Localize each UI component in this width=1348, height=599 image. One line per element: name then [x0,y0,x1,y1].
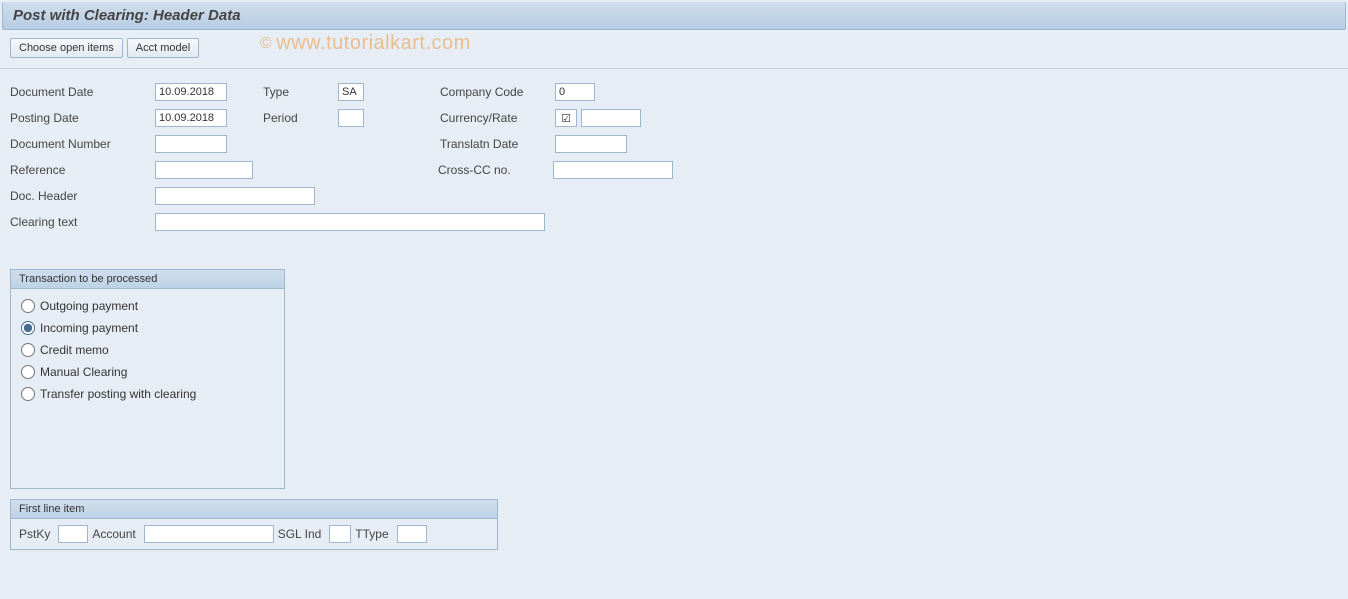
transaction-groupbox: Transaction to be processed Outgoing pay… [10,269,285,489]
cross-cc-label: Cross-CC no. [438,163,553,177]
radio-outgoing-payment[interactable]: Outgoing payment [21,295,274,317]
cross-cc-input[interactable] [553,161,673,179]
sgl-ind-input[interactable] [329,525,351,543]
document-number-input[interactable] [155,135,227,153]
radio-transfer-label: Transfer posting with clearing [40,387,196,401]
radio-transfer-posting[interactable]: Transfer posting with clearing [21,383,274,405]
period-label: Period [263,111,338,125]
choose-open-items-button[interactable]: Choose open items [10,38,123,58]
account-label: Account [92,527,135,541]
page-title: Post with Clearing: Header Data [2,2,1346,30]
acct-model-button[interactable]: Acct model [127,38,199,58]
period-input[interactable] [338,109,364,127]
type-input[interactable] [338,83,364,101]
doc-header-input[interactable] [155,187,315,205]
radio-manual-input[interactable] [21,365,35,379]
radio-transfer-input[interactable] [21,387,35,401]
radio-manual-label: Manual Clearing [40,365,127,379]
radio-outgoing-input[interactable] [21,299,35,313]
transaction-title: Transaction to be processed [11,270,284,289]
translatn-date-input[interactable] [555,135,627,153]
radio-manual-clearing[interactable]: Manual Clearing [21,361,274,383]
translatn-date-label: Translatn Date [440,137,555,151]
ttype-input[interactable] [397,525,427,543]
toolbar: Choose open items Acct model [0,32,1348,69]
clearing-text-input[interactable] [155,213,545,231]
pstky-label: PstKy [19,527,50,541]
ttype-label: TType [355,527,388,541]
type-label: Type [263,85,338,99]
first-line-item-groupbox: First line item PstKy Account SGL Ind TT… [10,499,498,550]
radio-incoming-label: Incoming payment [40,321,138,335]
header-form: Document Date Type Company Code Posting … [0,69,1348,560]
document-number-label: Document Number [10,137,155,151]
radio-incoming-payment[interactable]: Incoming payment [21,317,274,339]
reference-label: Reference [10,163,155,177]
company-code-input[interactable] [555,83,595,101]
posting-date-input[interactable] [155,109,227,127]
currency-rate-input[interactable] [581,109,641,127]
sgl-ind-label: SGL Ind [278,527,322,541]
pstky-input[interactable] [58,525,88,543]
doc-header-label: Doc. Header [10,189,155,203]
radio-credit-input[interactable] [21,343,35,357]
company-code-label: Company Code [440,85,555,99]
first-line-title: First line item [11,500,497,519]
radio-credit-label: Credit memo [40,343,109,357]
clearing-text-label: Clearing text [10,215,155,229]
posting-date-label: Posting Date [10,111,155,125]
radio-incoming-input[interactable] [21,321,35,335]
radio-outgoing-label: Outgoing payment [40,299,138,313]
radio-credit-memo[interactable]: Credit memo [21,339,274,361]
currency-check-indicator[interactable]: ☑ [555,109,577,127]
reference-input[interactable] [155,161,253,179]
account-input[interactable] [144,525,274,543]
currency-rate-label: Currency/Rate [440,111,555,125]
document-date-label: Document Date [10,85,155,99]
document-date-input[interactable] [155,83,227,101]
